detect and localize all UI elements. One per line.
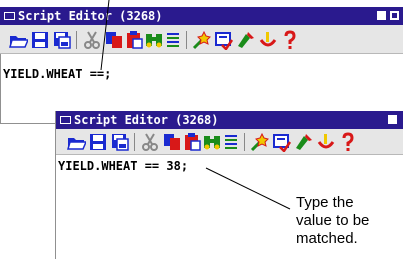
script-line: YIELD.WHEAT ==; bbox=[3, 67, 112, 81]
minimize-icon[interactable] bbox=[388, 115, 397, 124]
run-icon[interactable] bbox=[192, 30, 212, 50]
check-syntax-icon[interactable] bbox=[214, 30, 234, 50]
maximize-icon[interactable] bbox=[390, 11, 399, 20]
cut-icon[interactable] bbox=[140, 132, 160, 152]
toolbar bbox=[56, 129, 403, 155]
toolbar-separator bbox=[244, 133, 245, 151]
paste-icon[interactable] bbox=[182, 132, 202, 152]
window-menu-icon[interactable] bbox=[4, 11, 15, 20]
debug-icon[interactable] bbox=[316, 132, 336, 152]
title-bar[interactable]: Script Editor (3268) bbox=[56, 111, 403, 129]
toolbar-separator bbox=[186, 31, 187, 49]
script-line: YIELD.WHEAT == 38; bbox=[58, 159, 189, 173]
save-as-icon[interactable] bbox=[110, 132, 130, 152]
callout-line-3: matched. bbox=[296, 230, 358, 247]
callout-line-2: value to be bbox=[296, 212, 370, 229]
callout-text: Type the value to be matched. bbox=[296, 194, 369, 248]
cut-icon[interactable] bbox=[82, 30, 102, 50]
callout-line-1: Type the bbox=[296, 194, 354, 211]
open-icon[interactable] bbox=[8, 30, 28, 50]
save-icon[interactable] bbox=[88, 132, 108, 152]
debug-icon[interactable] bbox=[258, 30, 278, 50]
paste-icon[interactable] bbox=[124, 30, 144, 50]
window-title: Script Editor (3268) bbox=[74, 113, 219, 127]
window-menu-icon[interactable] bbox=[60, 115, 71, 124]
toolbar bbox=[0, 25, 403, 54]
script-editor-window-back: Script Editor (3268) YIELD.WHEAT ==; bbox=[0, 0, 403, 124]
run-icon[interactable] bbox=[250, 132, 270, 152]
toolbar-separator bbox=[134, 133, 135, 151]
find-icon[interactable] bbox=[144, 30, 164, 50]
open-icon[interactable] bbox=[66, 132, 86, 152]
copy-icon[interactable] bbox=[162, 132, 182, 152]
copy-icon[interactable] bbox=[104, 30, 124, 50]
save-as-icon[interactable] bbox=[52, 30, 72, 50]
save-icon[interactable] bbox=[30, 30, 50, 50]
find-icon[interactable] bbox=[202, 132, 222, 152]
toolbar-separator bbox=[76, 31, 77, 49]
window-title: Script Editor (3268) bbox=[18, 9, 163, 23]
help-icon[interactable] bbox=[338, 132, 358, 152]
check-syntax-icon[interactable] bbox=[272, 132, 292, 152]
find-replace-icon[interactable] bbox=[164, 30, 184, 50]
insert-icon[interactable] bbox=[236, 30, 256, 50]
minimize-icon[interactable] bbox=[377, 11, 386, 20]
insert-icon[interactable] bbox=[294, 132, 314, 152]
help-icon[interactable] bbox=[280, 30, 300, 50]
title-bar[interactable]: Script Editor (3268) bbox=[0, 7, 403, 25]
find-replace-icon[interactable] bbox=[222, 132, 242, 152]
